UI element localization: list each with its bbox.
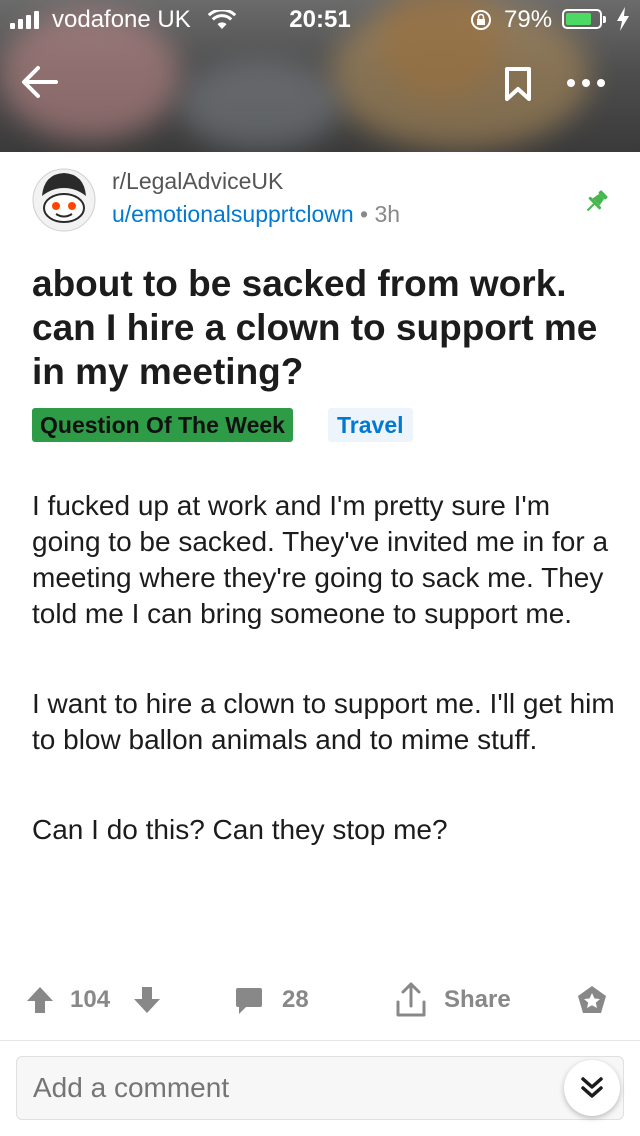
post-paragraph: Can I do this? Can they stop me?	[32, 814, 448, 845]
post-title: about to be sacked from work. can I hire…	[32, 263, 598, 392]
action-bar: 104 28 Share	[0, 976, 640, 1024]
post-paragraph: I fucked up at work and I'm pretty sure …	[32, 490, 609, 629]
comment-count[interactable]: 28	[282, 976, 309, 1024]
divider	[0, 1040, 640, 1041]
downvote-arrow-icon[interactable]	[133, 986, 161, 1014]
double-chevron-down-icon	[581, 1077, 603, 1098]
share-icon[interactable]	[394, 982, 428, 1018]
subreddit-avatar-icon[interactable]	[32, 168, 96, 232]
add-comment-input[interactable]	[16, 1056, 624, 1120]
flair-question-of-the-week[interactable]: Question Of The Week	[32, 408, 293, 442]
post-paragraph: I want to hire a clown to support me. I'…	[32, 688, 615, 755]
banner-blur	[180, 60, 340, 150]
author-username[interactable]: u/emotionalsupprtclown	[112, 201, 354, 227]
score-count: 104	[70, 986, 111, 1013]
more-options-icon[interactable]	[566, 78, 606, 88]
pin-icon	[586, 190, 608, 212]
author-line: u/emotionalsupprtclown • 3h	[112, 201, 400, 228]
post-age: 3h	[374, 201, 401, 227]
scroll-down-button[interactable]	[564, 1060, 620, 1116]
status-bar: vodafone UK 20:51 79%	[0, 0, 640, 40]
post-body: I fucked up at work and I'm pretty sure …	[32, 488, 622, 902]
battery-percent: 79%	[504, 6, 553, 33]
share-button[interactable]: Share	[444, 976, 511, 1024]
meta-separator: •	[360, 201, 369, 227]
header-banner: vodafone UK 20:51 79%	[0, 0, 640, 152]
upvote-arrow-icon[interactable]	[26, 986, 54, 1014]
charging-bolt-icon	[617, 7, 629, 31]
comment-bubble-icon[interactable]	[234, 986, 264, 1016]
award-icon[interactable]	[576, 984, 608, 1016]
back-arrow-icon[interactable]	[20, 62, 60, 102]
flair-travel[interactable]: Travel	[328, 408, 413, 442]
subreddit-name[interactable]: r/LegalAdviceUK	[112, 168, 283, 195]
rotation-lock-icon	[471, 10, 491, 30]
bookmark-icon[interactable]	[504, 66, 532, 102]
battery-fill	[566, 13, 591, 25]
battery-icon	[562, 9, 606, 29]
